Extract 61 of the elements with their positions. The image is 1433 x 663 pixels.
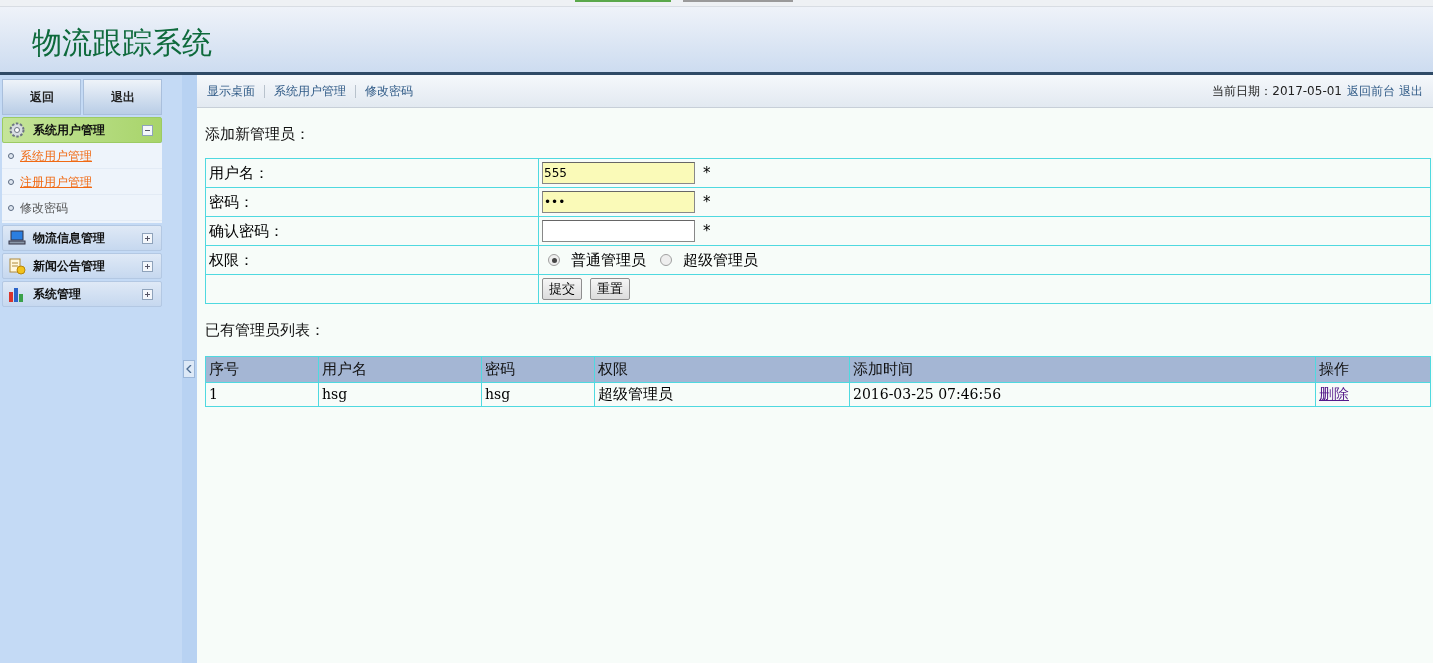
expand-icon[interactable]	[142, 260, 153, 272]
breadcrumb-link[interactable]: 显示桌面	[207, 82, 255, 100]
current-date: 当前日期：2017-05-01	[1212, 83, 1342, 100]
sidebar-button[interactable]: 退出	[83, 79, 162, 115]
input-field[interactable]: •••	[542, 191, 695, 213]
radio-label: 普通管理员	[571, 249, 646, 271]
bar-chart-icon	[8, 286, 26, 302]
column-header: 用户名	[318, 356, 482, 383]
table-cell: 2016-03-25 07:46:56	[849, 382, 1316, 407]
sidebar-menu-header[interactable]: 系统管理	[2, 281, 162, 307]
site-title: 物流跟踪系统	[31, 24, 213, 62]
top-link[interactable]: 退出	[1399, 82, 1423, 100]
delete-link[interactable]: 删除	[1319, 385, 1349, 404]
chevron-left-icon	[186, 365, 192, 373]
notes-icon	[8, 257, 26, 275]
table-cell: 1	[205, 382, 319, 407]
sidebar-button[interactable]: 返回	[2, 79, 81, 115]
laptop-icon	[8, 230, 26, 246]
top-link[interactable]: 返回前台	[1347, 82, 1395, 100]
sidebar-menu-header[interactable]: 新闻公告管理	[2, 253, 162, 279]
breadcrumb-link[interactable]: 系统用户管理	[274, 82, 346, 100]
sidebar-menu-header[interactable]: 物流信息管理	[2, 225, 162, 251]
expand-icon[interactable]	[142, 232, 153, 244]
field-label: 权限：	[209, 250, 254, 269]
form-heading: 添加新管理员：	[205, 124, 310, 144]
required-mark: *	[703, 191, 711, 213]
input-field[interactable]: 555	[542, 162, 695, 184]
bullet-icon	[8, 178, 14, 185]
collapse-sidebar-button[interactable]	[183, 360, 195, 378]
gear-icon	[8, 121, 26, 139]
sidebar-menu-header[interactable]: 系统用户管理	[2, 117, 162, 143]
column-header: 操作	[1315, 356, 1431, 383]
field-label: 密码：	[209, 192, 254, 211]
sidebar-menu-label: 物流信息管理	[33, 230, 106, 247]
form-button[interactable]: 重置	[590, 278, 630, 300]
form-button[interactable]: 提交	[542, 278, 582, 300]
column-header: 序号	[205, 356, 319, 383]
radio-button[interactable]	[660, 254, 672, 266]
input-field[interactable]	[542, 220, 695, 242]
table-cell: hsg	[481, 382, 595, 407]
breadcrumb-link[interactable]: 修改密码	[365, 82, 413, 100]
bullet-icon	[8, 152, 14, 159]
collapse-icon[interactable]	[142, 124, 153, 136]
list-heading: 已有管理员列表：	[205, 320, 325, 340]
column-header: 添加时间	[849, 356, 1316, 383]
required-mark: *	[703, 162, 711, 184]
radio-button[interactable]	[548, 254, 560, 266]
table-cell: hsg	[318, 382, 482, 407]
bullet-icon	[8, 204, 14, 211]
column-header: 密码	[481, 356, 595, 383]
field-label: 用户名：	[209, 163, 269, 182]
sidebar-menu-label: 系统管理	[33, 286, 82, 303]
sidebar-menu-label: 新闻公告管理	[33, 258, 106, 275]
radio-label: 超级管理员	[683, 249, 758, 271]
column-header: 权限	[594, 356, 850, 383]
field-label: 确认密码：	[209, 221, 284, 240]
table-cell: 超级管理员	[594, 382, 850, 407]
expand-icon[interactable]	[142, 288, 153, 300]
sidebar-menu-label: 系统用户管理	[33, 122, 106, 139]
required-mark: *	[703, 220, 711, 242]
sidebar-link[interactable]: 修改密码	[20, 198, 68, 217]
